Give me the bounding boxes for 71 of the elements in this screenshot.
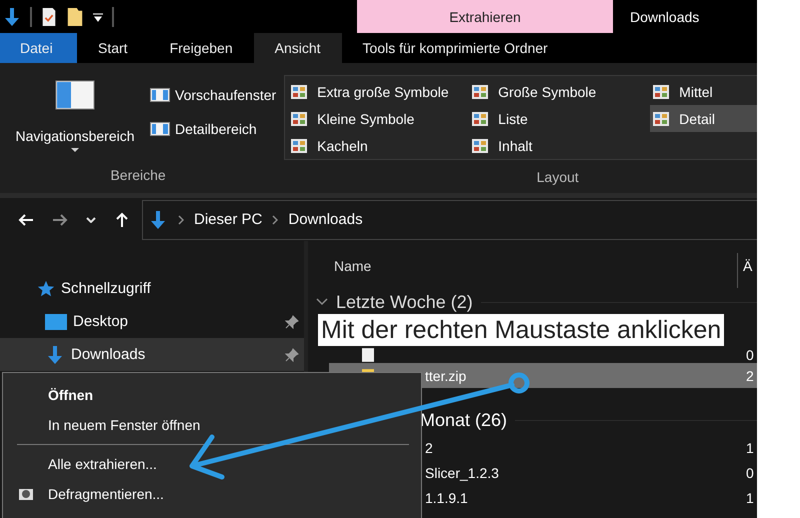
view-icon — [652, 110, 670, 128]
navigation-item[interactable]: Schnellzugriff — [0, 272, 304, 305]
dropdown-icon[interactable] — [92, 10, 104, 22]
download-arrow-icon — [45, 344, 65, 364]
pane-layout-icon — [55, 80, 95, 110]
file-name: 1.1.9.1 — [425, 490, 468, 506]
column-header[interactable]: Ä — [743, 258, 752, 274]
view-icon — [290, 82, 308, 100]
file-row[interactable]: 0 — [329, 347, 757, 363]
layout-option[interactable]: Inhalt — [469, 132, 650, 159]
layout-option[interactable]: Mittel — [650, 78, 757, 105]
menu-item[interactable]: In neuem Fenster öffnen — [3, 410, 421, 440]
chevron-right-icon — [178, 214, 184, 224]
navigation-item[interactable]: Downloads — [0, 338, 304, 371]
file-name: 2 — [425, 440, 433, 456]
layout-option[interactable]: Extra große Symbole — [288, 78, 470, 105]
pane-button[interactable]: Detailbereich — [150, 121, 276, 137]
ribbon-tab[interactable]: Start — [77, 33, 149, 63]
table-cell: 0 — [746, 464, 754, 480]
checklist-icon[interactable] — [40, 6, 58, 26]
ribbon-tab[interactable]: Ansicht — [254, 33, 342, 63]
pane-icon — [150, 122, 170, 136]
pane-icon — [150, 88, 170, 102]
view-icon — [471, 82, 490, 100]
column-header[interactable]: Name — [334, 258, 372, 274]
up-icon[interactable] — [114, 212, 130, 228]
window-title: Downloads — [629, 8, 700, 26]
view-icon — [652, 82, 670, 100]
button-label: Navigationsbereich — [15, 128, 135, 144]
group-label: Layout — [536, 169, 580, 187]
back-icon[interactable] — [18, 212, 34, 228]
breadcrumb[interactable]: Dieser PC — [194, 211, 262, 228]
navigation-pane-button[interactable]: Navigationsbereich — [0, 78, 150, 167]
ribbon-tab[interactable]: Freigeben — [148, 33, 254, 63]
group-header[interactable]: Letzte Woche (2) — [336, 292, 473, 312]
table-cell: 1 — [746, 440, 754, 456]
folder-icon[interactable] — [66, 6, 84, 26]
file-icon — [362, 348, 374, 362]
table-cell: 1 — [746, 490, 754, 506]
menu-item[interactable]: Defragmentieren... — [3, 479, 421, 509]
table-cell: 2 — [746, 368, 754, 384]
file-name: tter.zip — [425, 368, 466, 384]
breadcrumb[interactable]: Downloads — [288, 211, 363, 228]
download-arrow-icon[interactable] — [2, 6, 22, 26]
menu-item[interactable]: Alle extrahieren... — [3, 449, 421, 479]
group-header[interactable]: Monat (26) — [420, 410, 508, 430]
chevron-right-icon — [272, 214, 278, 224]
forward-icon[interactable] — [52, 212, 68, 228]
annotation-label: Mit der rechten Maustaste anklicken — [318, 314, 724, 346]
layout-option[interactable]: Liste — [469, 105, 650, 132]
monitor-icon — [45, 314, 67, 330]
file-name: Slicer_1.2.3 — [425, 464, 499, 480]
star-icon — [37, 280, 55, 298]
group-label: Bereiche — [109, 167, 167, 185]
address-bar[interactable]: Dieser PC Downloads — [142, 200, 757, 240]
download-arrow-icon — [148, 210, 168, 230]
context-tab-label: Extrahieren — [357, 0, 613, 33]
layout-option[interactable]: Detail — [650, 105, 757, 132]
caret-icon — [71, 148, 79, 152]
view-icon — [471, 110, 490, 128]
ribbon-tab[interactable]: Tools für komprimierte Ordner — [342, 33, 569, 63]
table-cell: 0 — [746, 347, 754, 363]
layout-option[interactable]: Kacheln — [288, 132, 470, 159]
view-icon — [290, 110, 308, 128]
navigation-item[interactable]: Desktop — [0, 305, 304, 338]
view-icon — [290, 136, 308, 154]
layout-option[interactable]: Kleine Symbole — [288, 105, 470, 132]
ribbon-tab[interactable]: Datei — [0, 33, 77, 63]
layout-option[interactable]: Große Symbole — [469, 78, 650, 105]
view-icon — [471, 136, 490, 154]
pane-button[interactable]: Vorschaufenster — [150, 87, 276, 103]
